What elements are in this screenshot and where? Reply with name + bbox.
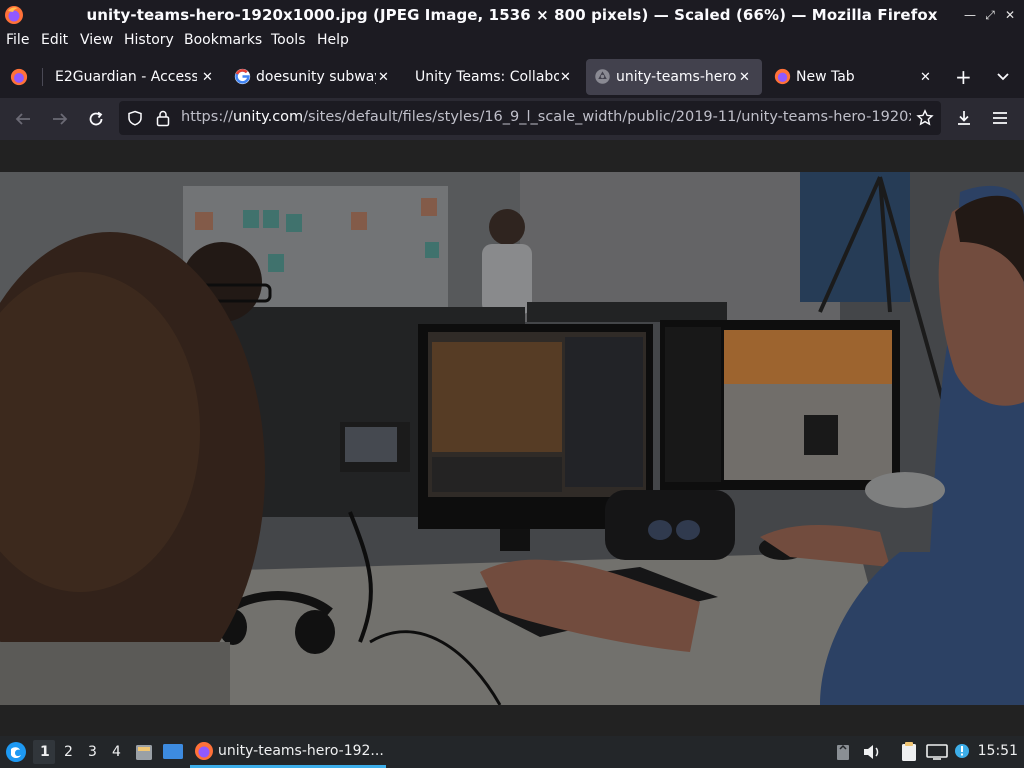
image-viewer xyxy=(0,140,1024,736)
menu-tools[interactable]: Tools xyxy=(271,32,306,48)
tab-label: E2Guardian - Access Denied xyxy=(55,69,197,85)
new-tab-plus-icon[interactable]: + xyxy=(955,65,972,89)
workspace-4[interactable]: 4 xyxy=(112,744,121,760)
workspace-3[interactable]: 3 xyxy=(88,744,97,760)
close-tab-icon[interactable]: ✕ xyxy=(920,70,931,85)
list-all-tabs-chevron-icon[interactable] xyxy=(996,70,1010,84)
menu-file[interactable]: File xyxy=(6,32,29,48)
application-launcher-icon[interactable] xyxy=(5,741,27,763)
url-prefix: https:// xyxy=(181,109,233,125)
url-text[interactable]: https://unity.com/sites/default/files/st… xyxy=(181,109,911,125)
tab-e2guardian[interactable]: E2Guardian - Access Denied ✕ xyxy=(44,59,220,95)
menu-bookmarks[interactable]: Bookmarks xyxy=(184,32,262,48)
back-arrow-icon[interactable] xyxy=(14,110,32,128)
hamburger-menu-icon[interactable] xyxy=(991,110,1009,126)
tab-label: doesunity subway surfers xyxy=(256,69,376,85)
url-host: unity.com xyxy=(232,109,304,125)
menu-help[interactable]: Help xyxy=(317,32,349,48)
tab-separator xyxy=(42,68,43,86)
display-tray-icon[interactable] xyxy=(926,744,948,760)
menu-history[interactable]: History xyxy=(124,32,174,48)
desktop-icon[interactable] xyxy=(162,742,184,762)
tab-label: Unity Teams: Collaboration xyxy=(415,69,559,85)
taskbar: 1 2 3 4 unity-teams-hero-192... 15:51 xyxy=(0,736,1024,768)
tab-label: unity-teams-hero-1920x1000.jpg xyxy=(616,69,736,85)
task-label: unity-teams-hero-192... xyxy=(218,743,384,759)
tracking-protection-shield-icon[interactable] xyxy=(127,110,143,126)
updates-tray-icon[interactable] xyxy=(953,742,973,762)
close-tab-icon[interactable]: ✕ xyxy=(739,70,750,85)
file-manager-icon[interactable] xyxy=(134,742,154,762)
maximize-button[interactable]: ⤢ xyxy=(982,7,998,23)
google-icon xyxy=(234,68,251,85)
firefox-view-icon[interactable] xyxy=(10,68,28,86)
firefox-icon xyxy=(195,742,213,760)
close-tab-icon[interactable]: ✕ xyxy=(378,70,389,85)
firefox-icon xyxy=(774,68,791,85)
menu-view[interactable]: View xyxy=(80,32,113,48)
minimize-button[interactable]: — xyxy=(962,7,978,23)
workspace-1[interactable]: 1 xyxy=(40,744,50,760)
tab-label: New Tab xyxy=(796,69,855,85)
title-bar: unity-teams-hero-1920x1000.jpg (JPEG Ima… xyxy=(0,0,1024,30)
clipboard-tray-icon[interactable] xyxy=(836,743,850,761)
window-title: unity-teams-hero-1920x1000.jpg (JPEG Ima… xyxy=(86,6,938,24)
bookmark-star-icon[interactable] xyxy=(916,109,934,127)
downloads-icon[interactable] xyxy=(955,109,973,127)
url-path: /sites/default/files/styles/16_9_l_scale… xyxy=(303,109,911,125)
tab-strip: E2Guardian - Access Denied ✕ doesunity s… xyxy=(0,56,1024,98)
taskbar-task-firefox[interactable]: unity-teams-hero-192... xyxy=(190,736,386,768)
tab-unity-teams-hero-image[interactable]: unity-teams-hero-1920x1000.jpg ✕ xyxy=(586,59,762,95)
notes-tray-icon[interactable] xyxy=(900,742,918,762)
menu-edit[interactable]: Edit xyxy=(41,32,68,48)
workspace-2[interactable]: 2 xyxy=(64,744,73,760)
close-tab-icon[interactable]: ✕ xyxy=(560,70,571,85)
unity-icon xyxy=(595,69,610,84)
close-window-button[interactable]: ✕ xyxy=(1002,7,1018,23)
navigation-toolbar: https://unity.com/sites/default/files/st… xyxy=(0,98,1024,140)
menu-bar: File Edit View History Bookmarks Tools H… xyxy=(0,30,1024,54)
tab-new-tab[interactable]: New Tab ✕ xyxy=(766,59,942,95)
tab-unity-teams[interactable]: Unity Teams: Collaboration ✕ xyxy=(406,59,582,95)
volume-icon[interactable] xyxy=(862,744,882,760)
lock-icon[interactable] xyxy=(155,109,171,127)
office-photo-image[interactable] xyxy=(0,172,1024,705)
close-tab-icon[interactable]: ✕ xyxy=(202,70,213,85)
reload-icon[interactable] xyxy=(87,110,105,128)
clock[interactable]: 15:51 xyxy=(978,743,1018,759)
forward-arrow-icon[interactable] xyxy=(51,110,69,128)
url-bar[interactable]: https://unity.com/sites/default/files/st… xyxy=(119,101,941,135)
tab-google-search[interactable]: doesunity subway surfers ✕ xyxy=(226,59,402,95)
